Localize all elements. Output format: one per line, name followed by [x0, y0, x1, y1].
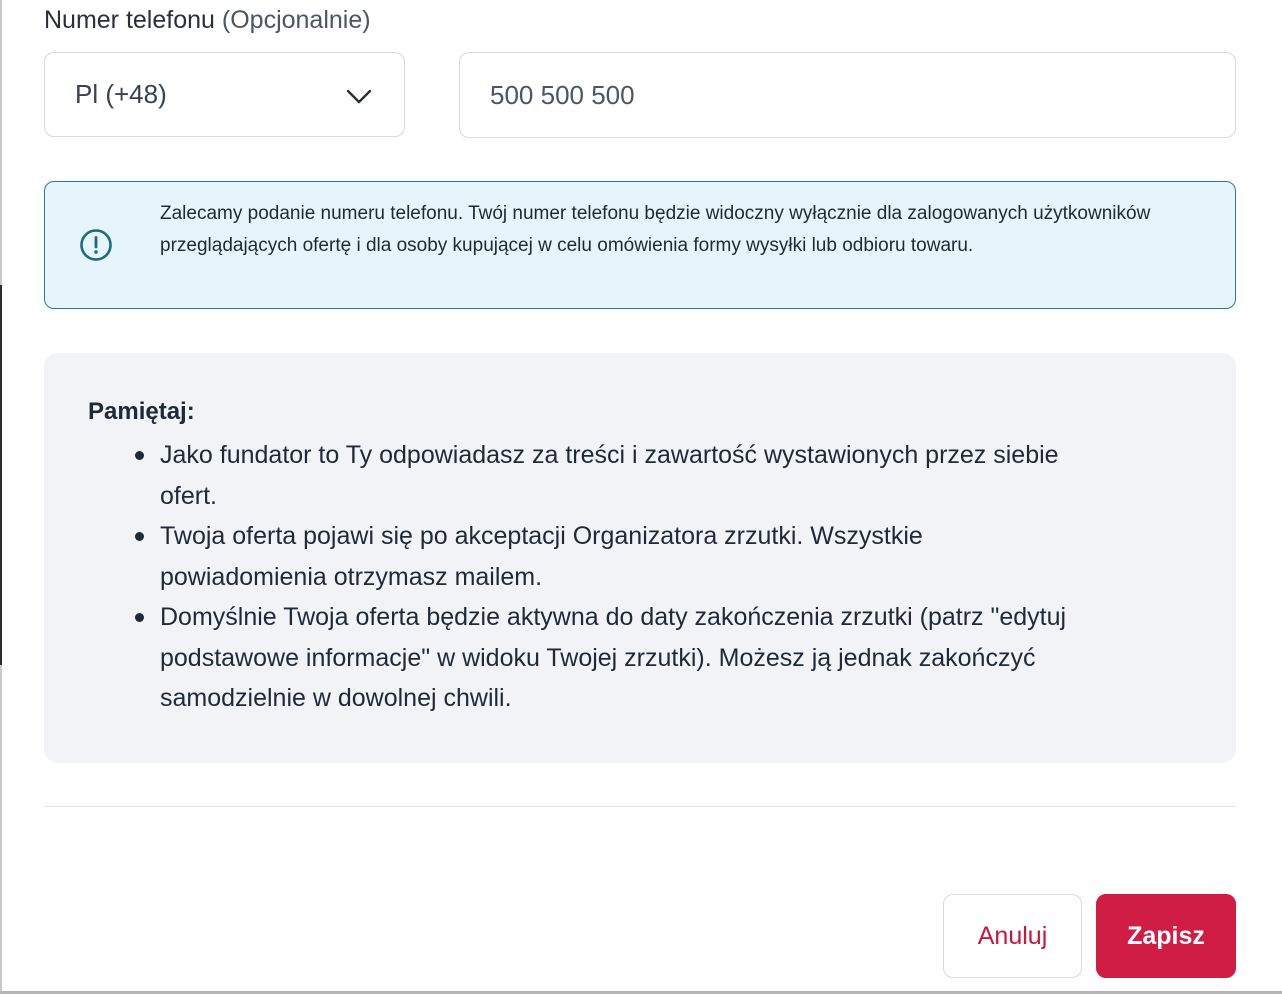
bullet-icon: [135, 451, 144, 460]
reminder-panel: Pamiętaj: Jako fundator to Ty odpowiadas…: [44, 353, 1236, 763]
phone-label-text: Numer telefonu: [44, 6, 215, 34]
country-code-value: Pl (+48): [75, 79, 167, 109]
reminder-title: Pamiętaj:: [88, 398, 195, 425]
reminder-list: Jako fundator to Ty odpowiadasz za treśc…: [135, 435, 1090, 719]
list-item: Jako fundator to Ty odpowiadasz za treśc…: [135, 435, 1090, 516]
list-item-text: Twoja oferta pojawi się po akceptacji Or…: [160, 522, 923, 591]
info-circle-icon: [80, 229, 112, 261]
list-item: Domyślnie Twoja oferta będzie aktywna do…: [135, 597, 1090, 719]
chevron-down-icon: [346, 89, 372, 104]
list-item-text: Domyślnie Twoja oferta będzie aktywna do…: [160, 603, 1067, 712]
phone-field-label: Numer telefonu (Opcjonalnie): [44, 6, 371, 35]
cancel-button[interactable]: Anuluj: [943, 894, 1082, 978]
country-code-select[interactable]: Pl (+48): [44, 52, 405, 137]
bullet-icon: [135, 532, 144, 541]
list-item-text: Jako fundator to Ty odpowiadasz za treśc…: [160, 441, 1059, 510]
optional-hint: (Opcjonalnie): [221, 6, 371, 34]
window-edge-shadow: [0, 285, 2, 665]
list-item: Twoja oferta pojawi się po akceptacji Or…: [135, 516, 1090, 597]
info-alert-text: Zalecamy podanie numeru telefonu. Twój n…: [160, 203, 1151, 256]
phone-number-input[interactable]: [459, 52, 1236, 138]
save-button[interactable]: Zapisz: [1096, 894, 1236, 978]
bullet-icon: [135, 613, 144, 622]
info-alert: Zalecamy podanie numeru telefonu. Twój n…: [44, 181, 1236, 309]
divider: [44, 806, 1236, 807]
offer-contact-form: Numer telefonu (Opcjonalnie) Pl (+48) Za…: [0, 0, 1282, 994]
